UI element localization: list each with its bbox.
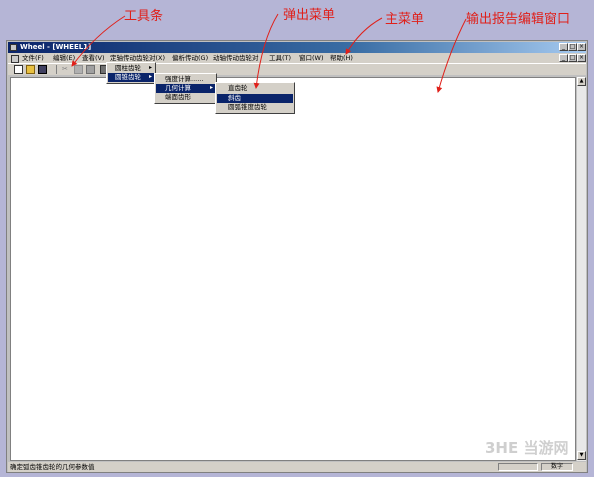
menu-item-geometry-calc[interactable]: 几何计算: [156, 84, 215, 93]
status-text: 确定弧齿锥齿轮的几何参数值: [10, 463, 95, 471]
annotation-popup-menu: 弹出菜单: [283, 8, 336, 23]
menu-item-bevel-gear[interactable]: 圆锥齿轮: [108, 73, 154, 82]
menu-help[interactable]: 帮助(H): [330, 53, 353, 63]
toolbar: ✂: [8, 63, 586, 75]
doc-close-button[interactable]: ×: [577, 54, 586, 62]
menu-item-strength-calc[interactable]: 强度计算......: [165, 75, 203, 84]
maximize-button[interactable]: □: [568, 43, 577, 51]
copy-icon[interactable]: [74, 65, 83, 74]
app-icon: [10, 44, 17, 51]
menu-moving-axis-gear[interactable]: 动轴传动齿轮对: [213, 53, 259, 63]
popup-menu-calculation: 强度计算...... 几何计算 端面齿形 ▸: [154, 73, 217, 104]
doc-minimize-button[interactable]: _: [559, 54, 568, 62]
close-button[interactable]: ×: [577, 43, 586, 51]
annotation-toolbar: 工具条: [124, 9, 164, 24]
status-panel-blank: [498, 463, 538, 471]
doc-restore-button[interactable]: □: [568, 54, 577, 62]
menu-view[interactable]: 查看(V): [82, 53, 105, 63]
menu-item-end-tooth-profile[interactable]: 端面齿形: [165, 93, 191, 102]
submenu-arrow-icon: ▸: [210, 84, 214, 91]
popup-menu-tooth-type: 直齿轮 斜齿 圆弧锥度齿轮: [215, 82, 295, 114]
menu-item-spiral-bevel[interactable]: 圆弧锥度齿轮: [228, 103, 267, 112]
annotation-output-window: 输出报告编辑窗口: [466, 12, 571, 27]
doc-icon[interactable]: [11, 55, 19, 63]
save-icon[interactable]: [38, 65, 47, 74]
menu-item-cylindrical-gear[interactable]: 圆柱齿轮: [115, 64, 141, 73]
menu-offset-drive[interactable]: 偏析传动(G): [172, 53, 208, 63]
cut-icon[interactable]: ✂: [62, 65, 71, 74]
submenu-arrow-icon: ▸: [149, 64, 153, 71]
main-menu-bar: 文件(F) 编辑(E) 查看(V) 定轴传动齿轮对(X) 偏析传动(G) 动轴传…: [8, 53, 586, 63]
window-title: Wheel - [WHEEL1]: [20, 43, 92, 51]
watermark: 3HE 当游网: [485, 439, 569, 457]
menu-window[interactable]: 窗口(W): [299, 53, 324, 63]
paste-icon[interactable]: [86, 65, 95, 74]
output-report-window[interactable]: [10, 77, 576, 461]
scroll-up-button[interactable]: ▲: [577, 77, 586, 86]
status-bar: 确定弧齿锥齿轮的几何参数值 数字: [8, 462, 586, 472]
status-panel-num: 数字: [541, 463, 573, 471]
submenu-arrow-icon: ▸: [149, 73, 153, 80]
popup-menu-gear-type: 圆柱齿轮 圆锥齿轮 ▸ ▸: [106, 62, 156, 84]
open-folder-icon[interactable]: [26, 65, 35, 74]
vertical-scrollbar[interactable]: ▲ ▼: [576, 77, 586, 461]
annotation-main-menu: 主菜单: [385, 12, 425, 27]
new-file-icon[interactable]: [14, 65, 23, 74]
minimize-button[interactable]: _: [559, 43, 568, 51]
app-window: Wheel - [WHEEL1] _ □ × 文件(F) 编辑(E) 查看(V)…: [6, 40, 588, 473]
scroll-down-button[interactable]: ▼: [577, 451, 586, 460]
menu-file[interactable]: 文件(F): [22, 53, 44, 63]
menu-item-helical-tooth[interactable]: 斜齿: [217, 94, 293, 103]
menu-edit[interactable]: 编辑(E): [53, 53, 75, 63]
title-bar[interactable]: Wheel - [WHEEL1] _ □ ×: [8, 42, 586, 53]
menu-item-straight-tooth[interactable]: 直齿轮: [228, 84, 248, 93]
menu-tools[interactable]: 工具(T): [269, 53, 291, 63]
